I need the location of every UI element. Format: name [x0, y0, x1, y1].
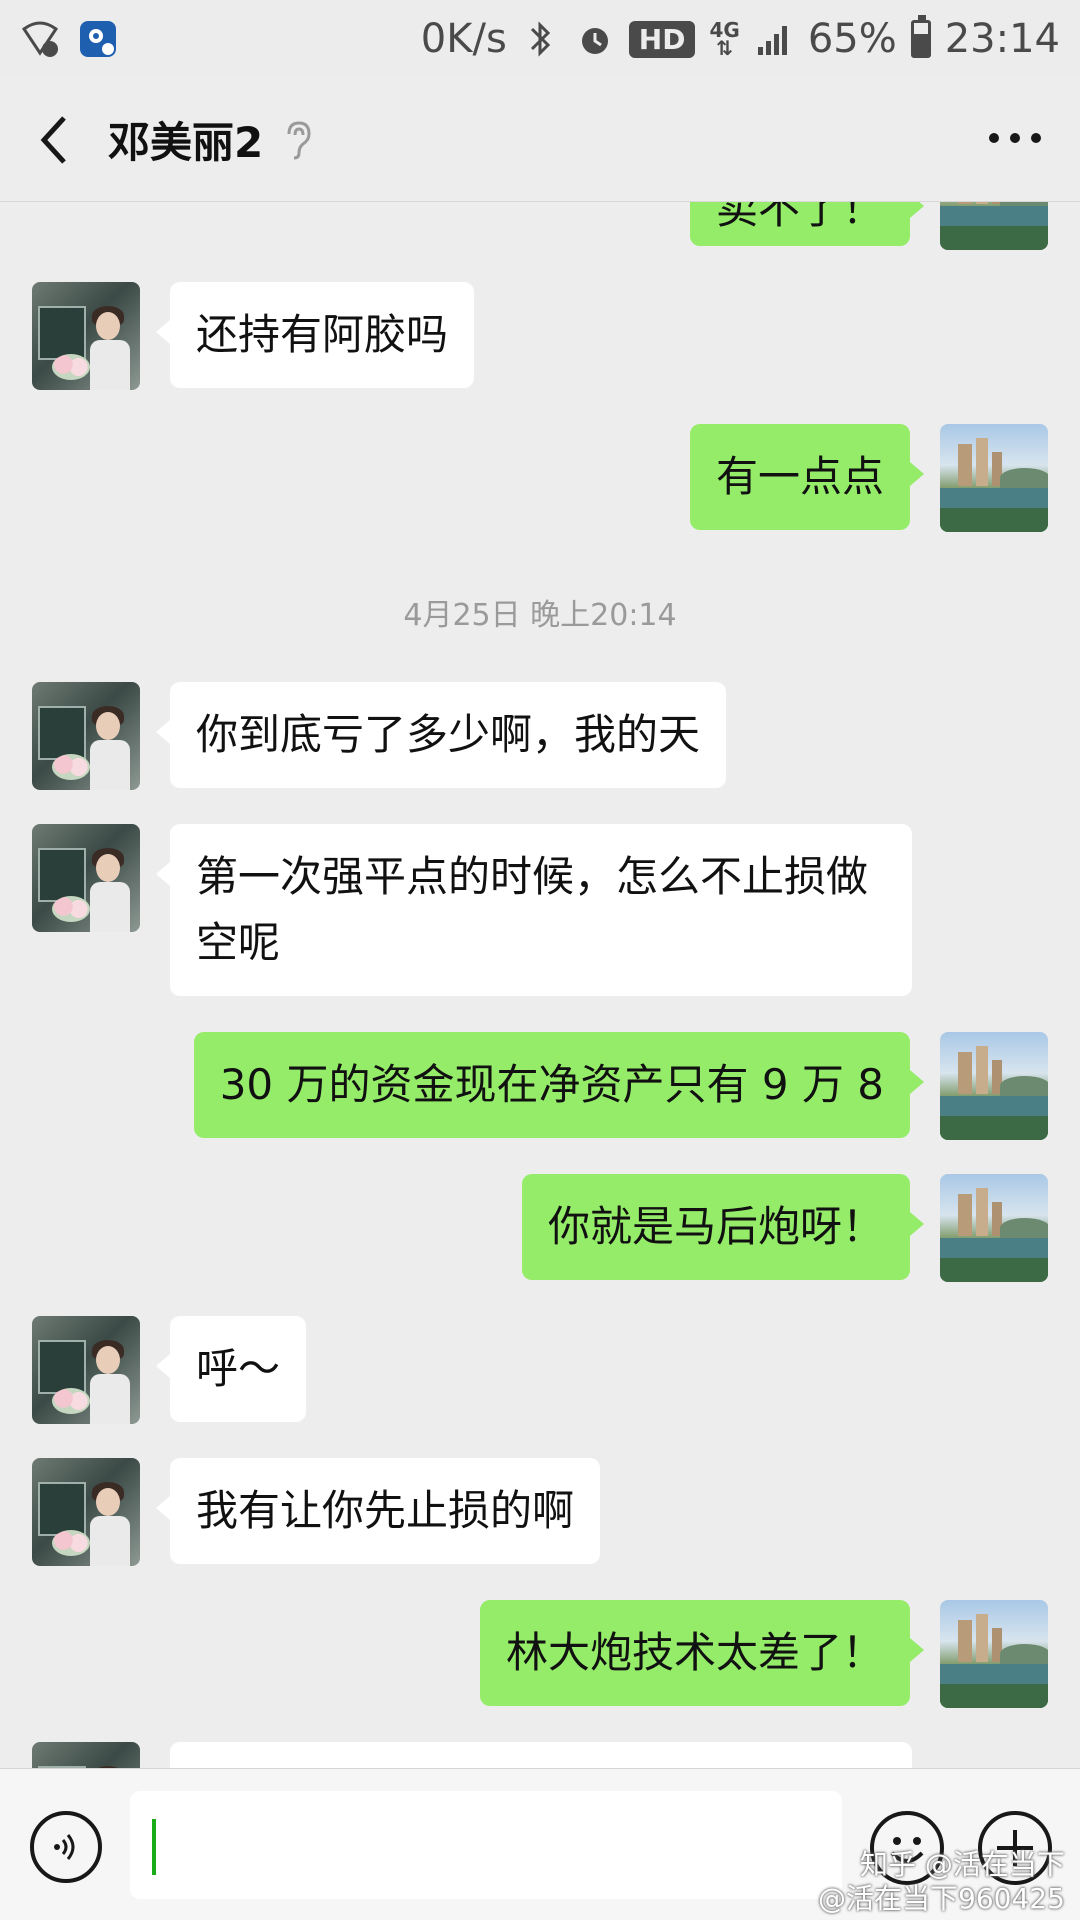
status-left	[20, 19, 118, 59]
clock: 23:14	[944, 16, 1060, 62]
message-incoming-partial[interactable]	[0, 1742, 1080, 1768]
message-text: 呼～	[196, 1344, 281, 1393]
my-avatar[interactable]	[940, 1174, 1048, 1282]
message-bubble[interactable]	[170, 1742, 912, 1768]
message-text: 还持有阿胶吗	[196, 310, 449, 359]
my-avatar[interactable]	[940, 1600, 1048, 1708]
hd-badge: HD	[628, 20, 696, 58]
message-bubble[interactable]: 卖不了！	[689, 202, 925, 246]
chat-header: 邓美丽2	[0, 78, 1080, 202]
message-text: 第一次强平点的时候，怎么不止损做空呢	[196, 852, 869, 967]
earpiece-mode-icon	[283, 120, 317, 160]
message-input[interactable]	[130, 1791, 842, 1899]
message-text: 我有让你先止损的啊	[196, 1486, 575, 1535]
network-type: 4G ⇅	[709, 18, 740, 60]
contact-avatar[interactable]	[32, 1458, 140, 1566]
signal-icon	[754, 19, 794, 59]
text-caret	[152, 1819, 156, 1875]
message-text: 卖不了！	[715, 202, 884, 233]
contact-avatar[interactable]	[32, 1316, 140, 1424]
watermark: 知乎 @活在当下 @活在当下960425	[818, 1848, 1065, 1916]
message-bubble[interactable]: 有一点点	[689, 424, 925, 530]
message-text: 林大炮技术太差了！	[505, 1628, 884, 1677]
back-arrow-icon	[40, 115, 66, 164]
message-outgoing[interactable]: 林大炮技术太差了！	[0, 1600, 1080, 1712]
message-outgoing[interactable]: 有一点点	[0, 424, 1080, 536]
alarm-icon	[575, 19, 615, 59]
contact-avatar[interactable]	[32, 682, 140, 790]
message-text: 30 万的资金现在净资产只有 9 万 8	[219, 1060, 884, 1109]
contact-avatar[interactable]	[32, 824, 140, 932]
contact-avatar[interactable]	[32, 1742, 140, 1768]
message-text: 你就是马后炮呀！	[547, 1202, 884, 1251]
contact-avatar[interactable]	[32, 282, 140, 390]
battery-icon	[910, 15, 931, 58]
message-incoming[interactable]: 我有让你先止损的啊	[0, 1458, 1080, 1570]
message-outgoing[interactable]: 卖不了！	[0, 202, 1080, 250]
back-button[interactable]	[6, 90, 106, 190]
message-text: 有一点点	[715, 452, 884, 501]
net-speed: 0K/s	[420, 16, 507, 62]
message-outgoing[interactable]: 30 万的资金现在净资产只有 9 万 8	[0, 1032, 1080, 1144]
message-bubble[interactable]: 林大炮技术太差了！	[479, 1600, 925, 1706]
message-bubble[interactable]: 你到底亏了多少啊，我的天	[155, 682, 727, 788]
my-avatar[interactable]	[940, 424, 1048, 532]
message-bubble[interactable]: 30 万的资金现在净资产只有 9 万 8	[193, 1032, 925, 1138]
message-timestamp: 4月25日 晚上20:14	[403, 598, 677, 633]
message-incoming[interactable]: 你到底亏了多少啊，我的天	[0, 682, 1080, 794]
location-app-icon	[78, 19, 118, 59]
watermark-line1: 知乎 @活在当下	[859, 1848, 1065, 1881]
message-bubble[interactable]: 呼～	[155, 1316, 307, 1422]
message-bubble[interactable]: 我有让你先止损的啊	[155, 1458, 601, 1564]
message-bubble[interactable]: 你就是马后炮呀！	[521, 1174, 925, 1280]
message-outgoing[interactable]: 你就是马后炮呀！	[0, 1174, 1080, 1286]
bluetooth-icon	[521, 19, 561, 59]
watermark-line2: @活在当下960425	[818, 1882, 1065, 1915]
chat-title: 邓美丽2	[108, 118, 264, 167]
voice-input-button[interactable]	[30, 1811, 102, 1883]
voice-icon	[54, 1834, 75, 1860]
more-options-button[interactable]	[980, 108, 1050, 168]
more-dots-icon	[989, 133, 1041, 143]
my-avatar[interactable]	[940, 1032, 1048, 1140]
status-right: 0K/s HD 4G ⇅ 65% 23:14	[420, 15, 1060, 62]
message-incoming[interactable]: 第一次强平点的时候，怎么不止损做空呢	[0, 824, 1080, 1004]
message-bubble[interactable]: 第一次强平点的时候，怎么不止损做空呢	[156, 824, 912, 996]
message-text: 你到底亏了多少啊，我的天	[196, 710, 701, 759]
wifi-shield-icon	[20, 19, 60, 59]
message-incoming[interactable]: 呼～	[0, 1316, 1080, 1428]
message-bubble[interactable]: 还持有阿胶吗	[155, 282, 475, 388]
status-bar: 0K/s HD 4G ⇅ 65% 23:14	[0, 0, 1080, 78]
battery-percent: 65%	[807, 16, 897, 62]
message-incoming[interactable]: 还持有阿胶吗	[0, 282, 1080, 394]
chat-message-list[interactable]: 卖不了！ 还持有阿胶吗 有一点点 4月25日 晚上20:14 你到底亏了多少啊，…	[0, 202, 1080, 1768]
my-avatar[interactable]	[940, 202, 1048, 250]
